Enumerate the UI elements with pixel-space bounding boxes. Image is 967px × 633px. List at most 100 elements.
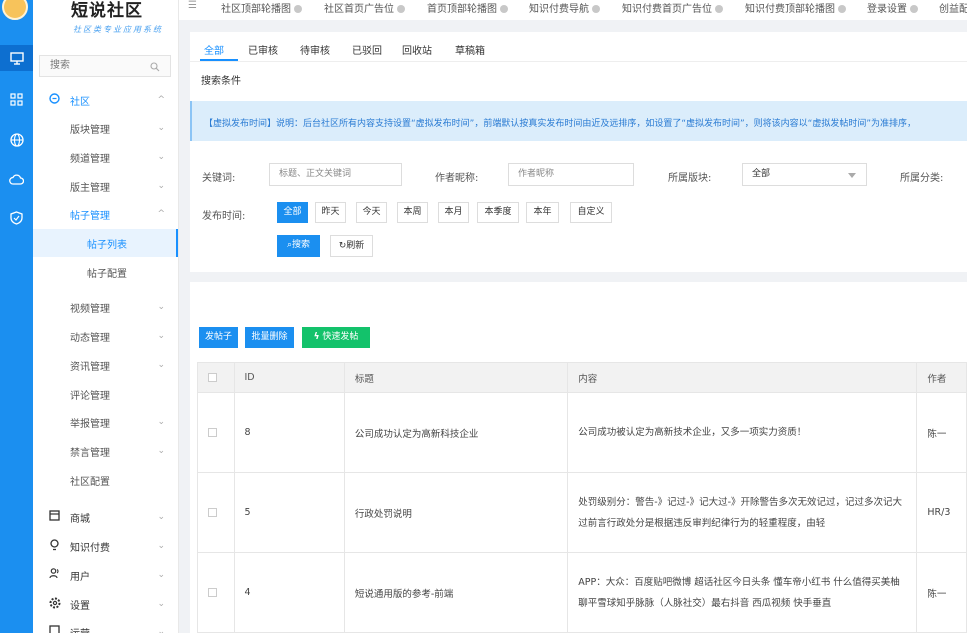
sidebar-group-settings[interactable]: 设置 ⌄ xyxy=(33,590,178,618)
shield-icon[interactable] xyxy=(0,205,33,231)
top-tab[interactable]: 知识付费首页广告位 xyxy=(622,0,723,15)
keyword-input[interactable]: 标题、正文关键词 xyxy=(269,163,402,186)
bulb-icon xyxy=(49,538,60,554)
apps-icon[interactable] xyxy=(0,86,33,112)
sidebar-item-label: 禁言管理 xyxy=(70,447,110,459)
top-tab[interactable]: 社区顶部轮播图 xyxy=(221,0,302,15)
sidebar-group-community[interactable]: 社区 ^ xyxy=(33,86,178,114)
section-select[interactable]: 全部 xyxy=(742,163,867,186)
chevron-down-icon: ⌄ xyxy=(157,302,165,312)
sidebar-item-post-list[interactable]: 帖子列表 xyxy=(33,229,178,257)
close-icon[interactable] xyxy=(910,5,918,13)
sidebar-group-paid-knowledge[interactable]: 知识付费 ⌄ xyxy=(33,532,178,560)
tab-rejected[interactable]: 已驳回 xyxy=(352,42,382,57)
row-checkbox[interactable] xyxy=(197,392,235,473)
close-icon[interactable] xyxy=(838,5,846,13)
cell-author: HR/3 xyxy=(916,472,967,553)
tab-all[interactable]: 全部 xyxy=(204,42,224,57)
chevron-down-icon: ⌄ xyxy=(157,446,165,456)
time-year-button[interactable]: 本年 xyxy=(526,202,559,223)
author-placeholder: 作者昵称 xyxy=(518,169,555,179)
new-post-button[interactable]: 发帖子 xyxy=(199,327,238,348)
sidebar-group-users[interactable]: 用户 ⌄ xyxy=(33,561,178,589)
select-all-checkbox[interactable] xyxy=(197,362,235,393)
sidebar-item-label: 帖子管理 xyxy=(70,210,110,222)
top-tab[interactable]: 社区首页广告位 xyxy=(324,0,405,15)
sidebar-item-mutes[interactable]: 禁言管理 ⌄ xyxy=(33,437,178,465)
logo-title: 短说社区 xyxy=(71,1,143,21)
sidebar-item-channels[interactable]: 频道管理 ⌄ xyxy=(33,143,178,171)
cell-author: 陈一 xyxy=(916,552,967,633)
tab-approved[interactable]: 已审核 xyxy=(248,42,278,57)
sidebar-group-operations[interactable]: 运营 ⌄ xyxy=(33,618,178,633)
collapse-menu-icon[interactable]: ☰ xyxy=(188,0,197,11)
shop-icon xyxy=(49,510,60,524)
search-button[interactable]: ⌕搜索 xyxy=(277,235,320,257)
close-icon[interactable] xyxy=(500,5,508,13)
time-month-button[interactable]: 本月 xyxy=(438,202,469,223)
filter-panel: 全部 已审核 待审核 已驳回 回收站 草稿箱 搜索条件 【虚拟发布时间】说明：后… xyxy=(190,32,967,272)
monitor-icon[interactable] xyxy=(0,45,33,71)
avatar[interactable] xyxy=(2,0,28,20)
sidebar-item-comments[interactable]: 评论管理 xyxy=(33,380,178,408)
globe-icon[interactable] xyxy=(0,127,33,153)
top-tab-bar: ☰ 社区顶部轮播图 社区首页广告位 首页顶部轮播图 知识付费导航 知识付费首页广… xyxy=(179,0,967,20)
post-table: ID 标题 内容 作者 8 公司成功认定为高新科技企业 公司成功被认定为高新技术… xyxy=(197,362,967,633)
tab-drafts[interactable]: 草稿箱 xyxy=(455,42,485,57)
table-row[interactable]: 8 公司成功认定为高新科技企业 公司成功被认定为高新技术企业，又多一项实力资质！… xyxy=(197,392,967,473)
sidebar-item-moderators[interactable]: 版主管理 ⌄ xyxy=(33,172,178,200)
chevron-down-icon: ⌄ xyxy=(157,331,165,341)
row-checkbox[interactable] xyxy=(197,472,235,553)
sidebar-item-label: 版块管理 xyxy=(70,124,110,136)
top-tab[interactable]: 创益配 xyxy=(939,0,967,15)
time-label: 发布时间: xyxy=(202,211,246,222)
top-tab-label: 知识付费顶部轮播图 xyxy=(745,4,835,15)
row-checkbox[interactable] xyxy=(197,552,235,633)
top-tab[interactable]: 登录设置 xyxy=(867,0,918,15)
cell-id: 8 xyxy=(233,392,345,473)
sidebar-item-sections[interactable]: 版块管理 ⌄ xyxy=(33,114,178,142)
table-header-row: ID 标题 内容 作者 xyxy=(197,362,967,393)
close-icon[interactable] xyxy=(592,5,600,13)
batch-delete-button[interactable]: 批量删除 xyxy=(245,327,294,348)
time-week-button[interactable]: 本周 xyxy=(397,202,428,223)
search-icon xyxy=(150,60,160,80)
chevron-down-icon: ⌄ xyxy=(157,541,165,551)
sidebar-group-shop[interactable]: 商城 ⌄ xyxy=(33,503,178,531)
top-tab[interactable]: 知识付费导航 xyxy=(529,0,600,15)
sidebar-item-posts[interactable]: 帖子管理 ^ xyxy=(33,200,178,228)
sidebar-group-label: 知识付费 xyxy=(70,542,110,554)
chevron-down-icon: ⌄ xyxy=(157,152,165,162)
sidebar-search-input[interactable]: 搜索 xyxy=(39,55,171,77)
author-input[interactable]: 作者昵称 xyxy=(508,163,634,186)
section-value: 全部 xyxy=(752,169,771,179)
sidebar-item-label: 版主管理 xyxy=(70,182,110,194)
close-icon[interactable] xyxy=(397,5,405,13)
tab-pending[interactable]: 待审核 xyxy=(300,42,330,57)
sidebar-item-moments[interactable]: 动态管理 ⌄ xyxy=(33,322,178,350)
quick-post-button[interactable]: ϟ 快速发帖 xyxy=(302,327,370,348)
time-yesterday-button[interactable]: 昨天 xyxy=(315,202,346,223)
time-all-button[interactable]: 全部 xyxy=(277,202,308,223)
close-icon[interactable] xyxy=(715,5,723,13)
sidebar-item-label: 帖子列表 xyxy=(87,239,127,251)
sidebar-item-news[interactable]: 资讯管理 ⌄ xyxy=(33,351,178,379)
top-tab[interactable]: 知识付费顶部轮播图 xyxy=(745,0,846,15)
sidebar-item-label: 视频管理 xyxy=(70,303,110,315)
sidebar-item-reports[interactable]: 举报管理 ⌄ xyxy=(33,408,178,436)
time-custom-button[interactable]: 自定义 xyxy=(570,202,612,223)
close-icon[interactable] xyxy=(294,5,302,13)
icon-rail xyxy=(0,0,33,633)
cloud-icon[interactable] xyxy=(0,166,33,192)
sidebar-item-post-config[interactable]: 帖子配置 xyxy=(33,258,178,286)
cell-id: 4 xyxy=(233,552,345,633)
time-quarter-button[interactable]: 本季度 xyxy=(477,202,519,223)
sidebar-item-videos[interactable]: 视频管理 ⌄ xyxy=(33,293,178,321)
sidebar-item-community-config[interactable]: 社区配置 xyxy=(33,466,178,494)
refresh-button[interactable]: ↻刷新 xyxy=(330,235,373,257)
time-today-button[interactable]: 今天 xyxy=(356,202,387,223)
table-row[interactable]: 5 行政处罚说明 处罚级别分：警告-》记过-》记大过-》开除警告多次无效记过，记… xyxy=(197,472,967,553)
table-row[interactable]: 4 短说通用版的参考-前端 APP：大众：百度贴吧微博 超话社区今日头条 懂车帝… xyxy=(197,552,967,633)
tab-recycle-bin[interactable]: 回收站 xyxy=(402,42,432,57)
top-tab[interactable]: 首页顶部轮播图 xyxy=(427,0,508,15)
